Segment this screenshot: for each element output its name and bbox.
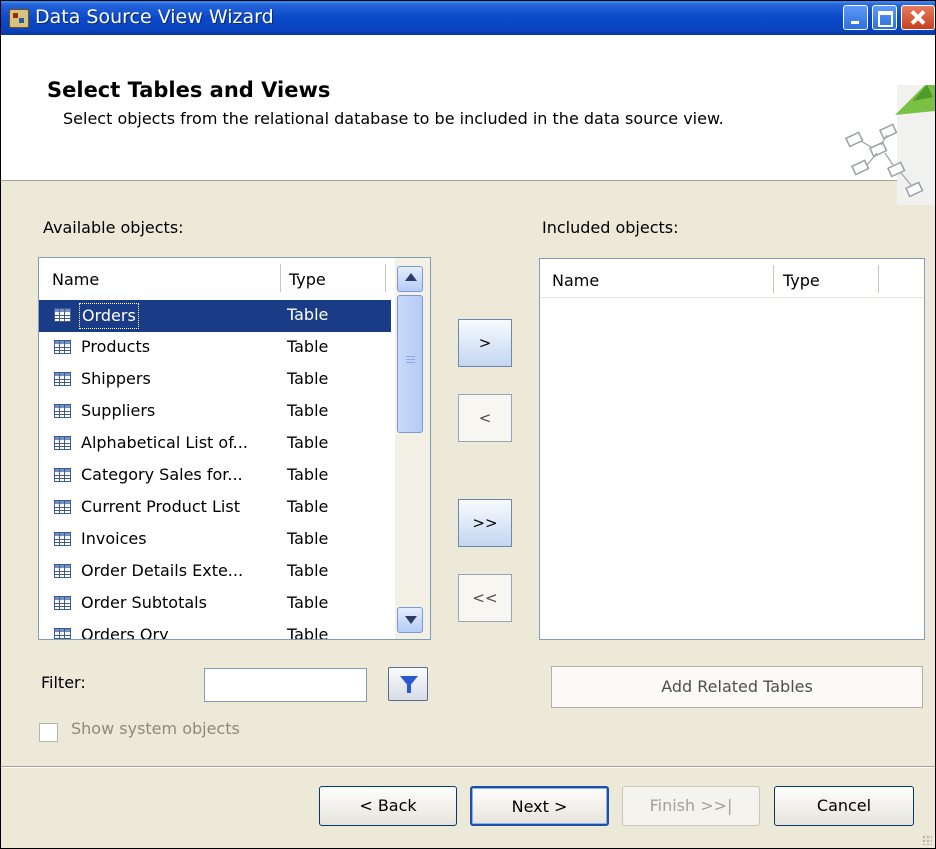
table-row[interactable]: Invoices Table bbox=[39, 524, 391, 556]
minimize-button[interactable] bbox=[843, 5, 868, 30]
object-name: Orders Qry bbox=[81, 625, 169, 640]
table-row[interactable]: Products Table bbox=[39, 332, 391, 364]
cancel-button[interactable]: Cancel bbox=[774, 786, 914, 826]
data-source-view-graphic-icon bbox=[827, 75, 935, 207]
table-icon bbox=[54, 308, 71, 322]
object-type: Table bbox=[287, 433, 329, 452]
table-icon bbox=[54, 564, 71, 578]
column-divider[interactable] bbox=[773, 265, 774, 293]
table-row[interactable]: Order Subtotals Table bbox=[39, 588, 391, 620]
close-button[interactable] bbox=[901, 5, 935, 30]
table-icon bbox=[54, 628, 71, 639]
header-divider bbox=[540, 297, 924, 298]
object-name: Suppliers bbox=[81, 401, 156, 420]
table-row[interactable]: Suppliers Table bbox=[39, 396, 391, 428]
object-name: Order Subtotals bbox=[81, 593, 207, 612]
show-system-objects-checkbox[interactable] bbox=[39, 723, 58, 742]
table-icon bbox=[54, 596, 71, 610]
table-row[interactable]: Category Sales for... Table bbox=[39, 460, 391, 492]
add-selected-button[interactable]: > bbox=[458, 319, 512, 367]
maximize-button[interactable] bbox=[872, 5, 897, 30]
scroll-down-button[interactable] bbox=[397, 607, 423, 633]
next-button[interactable]: Next > bbox=[470, 786, 609, 826]
object-type: Table bbox=[287, 369, 329, 388]
table-icon bbox=[54, 372, 71, 386]
remove-all-button[interactable]: << bbox=[458, 574, 512, 622]
page-description: Select objects from the relational datab… bbox=[63, 109, 724, 128]
object-name: Order Details Exte... bbox=[81, 561, 244, 580]
available-objects-label: Available objects: bbox=[43, 218, 184, 237]
vertical-scrollbar[interactable] bbox=[395, 258, 430, 639]
column-divider[interactable] bbox=[280, 264, 281, 292]
table-icon bbox=[54, 436, 71, 450]
column-divider[interactable] bbox=[385, 264, 386, 292]
add-related-tables-button[interactable]: Add Related Tables bbox=[551, 666, 923, 708]
column-divider[interactable] bbox=[878, 265, 879, 293]
object-type: Table bbox=[287, 401, 329, 420]
funnel-stem bbox=[407, 685, 411, 693]
column-header-type[interactable]: Type bbox=[289, 258, 326, 294]
object-type: Table bbox=[287, 529, 329, 548]
table-row[interactable]: Current Product List Table bbox=[39, 492, 391, 524]
object-name: Alphabetical List of... bbox=[81, 433, 248, 452]
available-objects-list[interactable]: Name Type Orders Table Products Table Sh… bbox=[38, 257, 431, 640]
included-objects-label: Included objects: bbox=[542, 218, 679, 237]
app-icon bbox=[9, 9, 29, 28]
scrollbar-thumb[interactable] bbox=[397, 295, 423, 433]
wizard-window: Data Source View Wizard Select Tables an… bbox=[0, 0, 936, 849]
object-name: Shippers bbox=[81, 369, 151, 388]
apply-filter-button[interactable] bbox=[388, 667, 428, 701]
scroll-up-button[interactable] bbox=[397, 266, 423, 292]
wizard-header: Select Tables and Views Select objects f… bbox=[1, 35, 935, 205]
included-objects-list[interactable]: Name Type bbox=[539, 258, 925, 640]
object-name: Category Sales for... bbox=[81, 465, 243, 484]
title-bar[interactable]: Data Source View Wizard bbox=[1, 1, 935, 35]
filter-label: Filter: bbox=[41, 673, 86, 692]
object-type: Table bbox=[287, 337, 329, 356]
object-type: Table bbox=[287, 465, 329, 484]
table-icon bbox=[54, 468, 71, 482]
table-row[interactable]: Alphabetical List of... Table bbox=[39, 428, 391, 460]
back-button[interactable]: < Back bbox=[319, 786, 457, 826]
object-type: Table bbox=[287, 497, 329, 516]
column-header-type[interactable]: Type bbox=[783, 259, 820, 295]
table-icon bbox=[54, 532, 71, 546]
table-row[interactable]: Order Details Exte... Table bbox=[39, 556, 391, 588]
resize-grip-icon[interactable] bbox=[922, 835, 932, 845]
object-type: Table bbox=[287, 625, 329, 640]
object-name: Invoices bbox=[81, 529, 147, 548]
column-header-name[interactable]: Name bbox=[52, 258, 99, 294]
table-row[interactable]: Orders Qry Table bbox=[39, 620, 391, 640]
add-all-button[interactable]: >> bbox=[458, 499, 512, 547]
table-row[interactable]: Orders Table bbox=[39, 300, 391, 332]
show-system-objects-label: Show system objects bbox=[71, 719, 240, 738]
column-header-name[interactable]: Name bbox=[552, 259, 599, 295]
grip-icon bbox=[406, 356, 415, 365]
footer-divider bbox=[1, 766, 935, 768]
object-type: Table bbox=[287, 561, 329, 580]
object-type: Table bbox=[287, 305, 329, 324]
object-name: Current Product List bbox=[81, 497, 240, 516]
table-row[interactable]: Shippers Table bbox=[39, 364, 391, 396]
object-name: Products bbox=[81, 337, 151, 356]
table-icon bbox=[54, 340, 71, 354]
page-title: Select Tables and Views bbox=[47, 78, 331, 102]
table-icon bbox=[54, 404, 71, 418]
filter-input[interactable] bbox=[204, 668, 367, 702]
finish-button[interactable]: Finish >>| bbox=[622, 786, 760, 826]
remove-selected-button[interactable]: < bbox=[458, 394, 512, 442]
table-icon bbox=[54, 500, 71, 514]
object-type: Table bbox=[287, 593, 329, 612]
object-name: Orders bbox=[79, 303, 139, 329]
window-title: Data Source View Wizard bbox=[35, 6, 274, 28]
